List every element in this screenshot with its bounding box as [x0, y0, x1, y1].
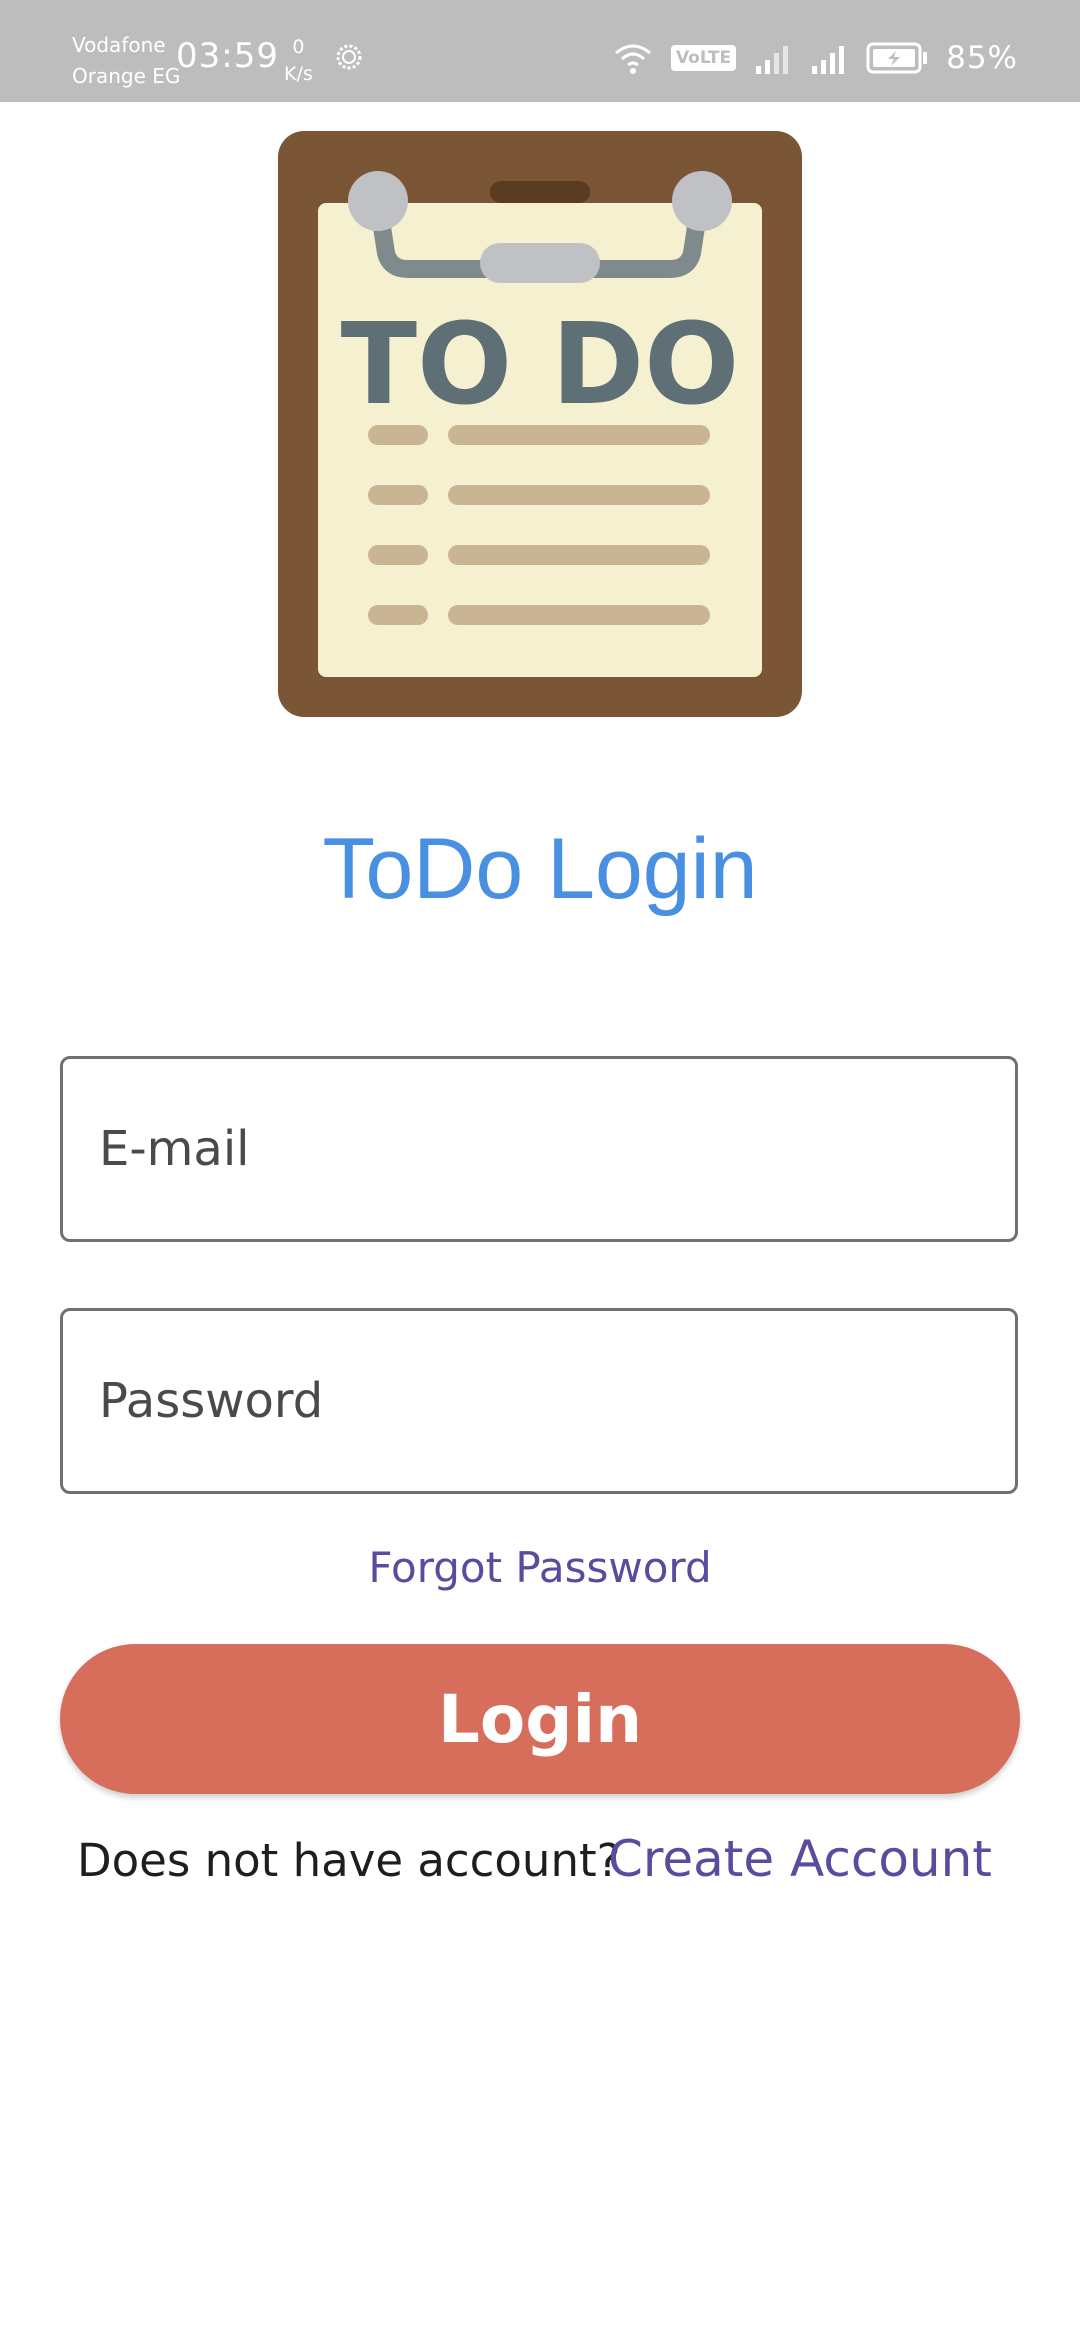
battery-charging-icon [866, 42, 928, 74]
network-speed-value: 0 [292, 36, 305, 58]
network-speed-unit: K/s [284, 63, 313, 85]
todo-clipboard-logo: TO DO [278, 131, 802, 717]
clock: 03:59 [176, 36, 279, 76]
volte-icon: VoLTE [670, 45, 737, 71]
settings-gear-icon [336, 44, 362, 70]
logo-text: TO DO [341, 300, 740, 430]
carrier-info: Vodafone Orange EG [72, 30, 180, 92]
email-input[interactable]: E-mail [60, 1056, 1018, 1242]
carrier-line-2: Orange EG [72, 64, 181, 88]
wifi-icon [615, 44, 651, 74]
status-icons: VoLTE 85% [613, 38, 1018, 78]
signal-strength-2-icon [812, 46, 845, 74]
signal-strength-1-icon [756, 46, 789, 74]
create-account-link[interactable]: Create Account [608, 1830, 992, 1888]
password-input[interactable]: Password [60, 1308, 1018, 1494]
email-placeholder: E-mail [99, 1121, 250, 1177]
forgot-password-link[interactable]: Forgot Password [0, 1543, 1080, 1592]
battery-percentage: 85% [946, 40, 1018, 76]
no-account-text: Does not have account? [77, 1834, 621, 1887]
signup-prompt: Does not have account? Create Account [0, 1830, 1080, 1894]
page-title: ToDo Login [322, 821, 758, 917]
status-bar: Vodafone Orange EG 03:59 0 K/s VoLTE 85% [0, 0, 1080, 102]
login-button[interactable]: Login [60, 1644, 1020, 1794]
carrier-line-1: Vodafone [72, 33, 166, 57]
password-placeholder: Password [99, 1373, 324, 1429]
volte-label: VoLTE [675, 48, 732, 68]
network-speed: 0 K/s [284, 34, 313, 88]
